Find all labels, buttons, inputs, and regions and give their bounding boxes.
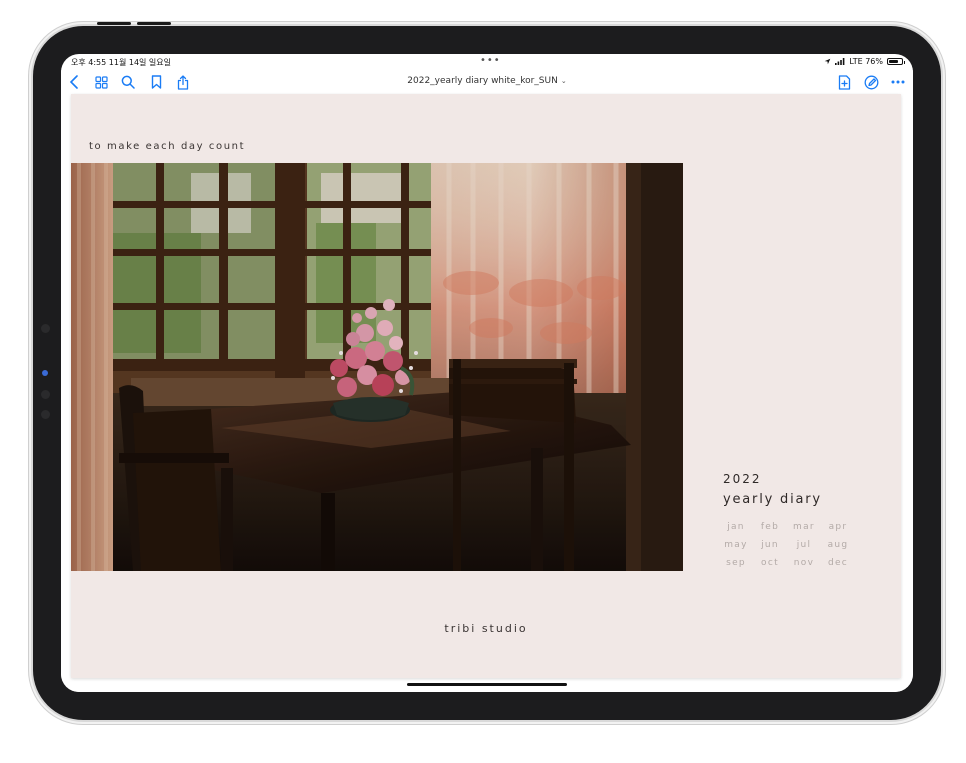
ipad-device: 오후 4:55 11월 14일 일요일 ••• LTE 76% 2022_yea…: [33, 22, 941, 720]
month-link-dec[interactable]: dec: [821, 558, 855, 568]
cafe-table-photo: [71, 163, 683, 571]
month-link-sep[interactable]: sep: [719, 558, 753, 568]
diary-cover-page[interactable]: to make each day count 2022 yearly diary…: [71, 94, 901, 678]
document-title[interactable]: 2022_yearly diary white_kor_SUN ⌄: [61, 76, 913, 86]
document-canvas[interactable]: to make each day count 2022 yearly diary…: [61, 94, 913, 692]
document-title-text: 2022_yearly diary white_kor_SUN: [407, 76, 558, 86]
month-link-feb[interactable]: feb: [753, 522, 787, 532]
pencil-icon: [864, 75, 878, 89]
network-battery-text: LTE 76%: [849, 57, 883, 66]
diary-year: 2022: [723, 472, 762, 486]
month-link-oct[interactable]: oct: [753, 558, 787, 568]
battery-icon: [887, 58, 905, 65]
diary-title: yearly diary: [723, 492, 822, 507]
top-button-left: [97, 22, 131, 25]
camera-dot-4: [41, 410, 50, 419]
location-icon: [825, 58, 831, 65]
camera-dot-2: [42, 370, 48, 376]
status-bar: 오후 4:55 11월 14일 일요일 ••• LTE 76%: [61, 54, 913, 70]
month-link-jan[interactable]: jan: [719, 522, 753, 532]
camera-dot-3: [41, 390, 50, 399]
camera-dot-1: [41, 324, 50, 333]
edit-mode-button[interactable]: [862, 73, 880, 91]
month-link-jul[interactable]: jul: [787, 540, 821, 550]
status-time-date: 오후 4:55 11월 14일 일요일: [71, 58, 172, 67]
month-link-apr[interactable]: apr: [821, 522, 855, 532]
app-toolbar: 2022_yearly diary white_kor_SUN ⌄: [61, 70, 913, 94]
signal-icon: [835, 58, 845, 65]
screen: 오후 4:55 11월 14일 일요일 ••• LTE 76% 2022_yea…: [61, 54, 913, 692]
month-link-nov[interactable]: nov: [787, 558, 821, 568]
chevron-down-icon: ⌄: [560, 77, 567, 85]
battery-fill: [889, 60, 899, 63]
multitasking-dots[interactable]: •••: [480, 55, 501, 66]
studio-credit: tribi studio: [444, 622, 528, 635]
cover-photo: [71, 163, 683, 571]
add-page-icon: [838, 74, 850, 90]
month-link-aug[interactable]: aug: [821, 540, 855, 550]
more-button[interactable]: [889, 73, 907, 91]
home-indicator[interactable]: [407, 683, 567, 686]
cover-tagline: to make each day count: [89, 141, 246, 152]
month-link-mar[interactable]: mar: [787, 522, 821, 532]
month-link-jun[interactable]: jun: [753, 540, 787, 550]
add-page-button[interactable]: [835, 73, 853, 91]
more-icon: [891, 80, 905, 84]
status-right-group: LTE 76%: [824, 57, 905, 66]
month-index: jan feb mar apr may jun jul aug sep oct …: [719, 522, 855, 568]
month-link-may[interactable]: may: [719, 540, 753, 550]
top-button-right: [137, 22, 171, 25]
